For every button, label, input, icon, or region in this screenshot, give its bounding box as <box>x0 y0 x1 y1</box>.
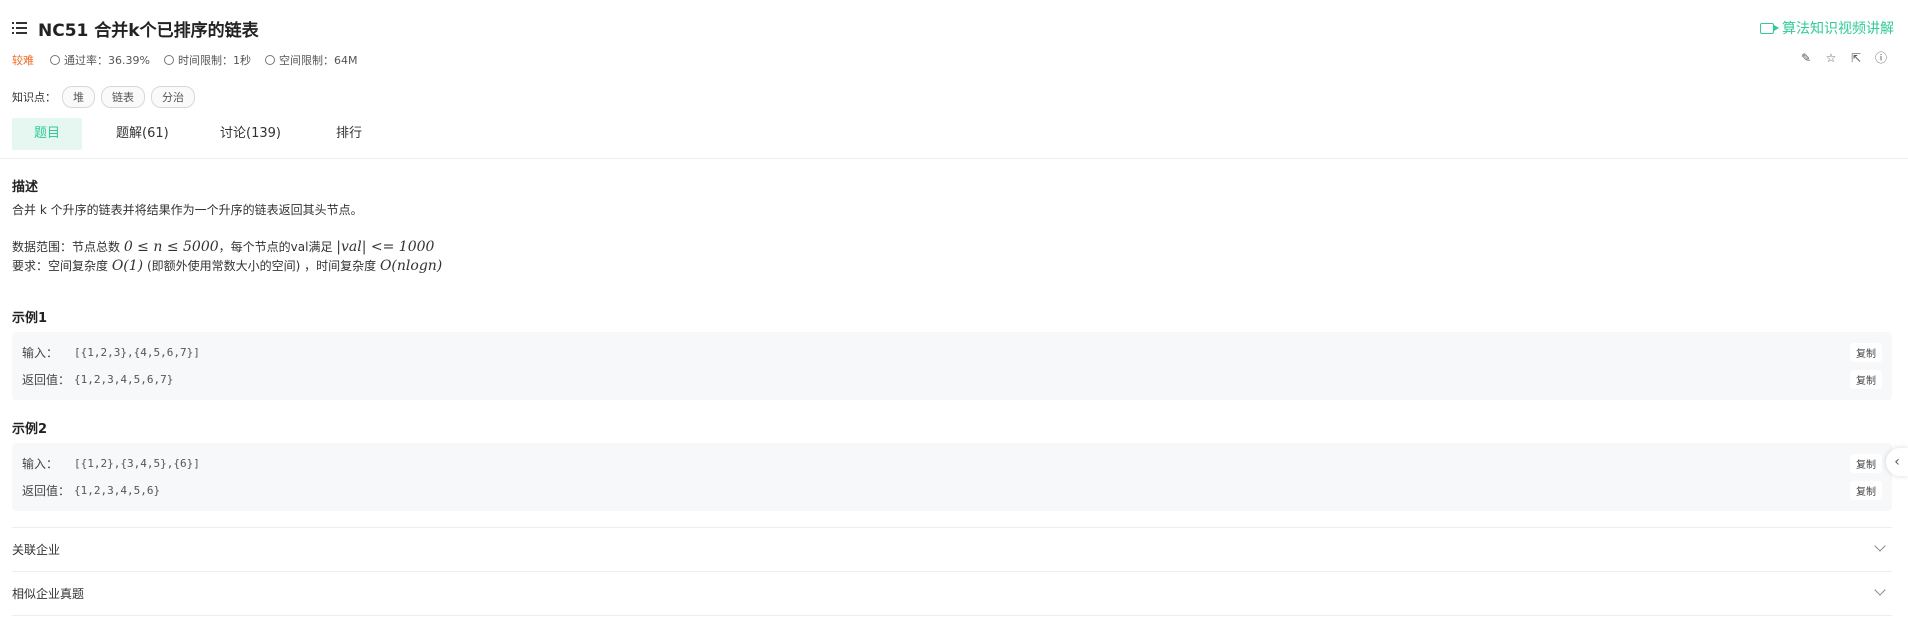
example-1-input: 输入： [{1,2,3},{4,5,6,7}] 复制 <box>22 343 1882 362</box>
description-text: 合并 k 个升序的链表并将结果作为一个升序的链表返回其头节点。 <box>12 203 363 217</box>
problem-header: NC51 合并k个已排序的链表 算法知识视频讲解 <box>12 16 1896 41</box>
pass-rate: 通过率：36.39% <box>50 52 150 68</box>
example-2-title: 示例2 <box>12 422 48 437</box>
knowledge-tags: 知识点： 堆 链表 分治 <box>12 86 201 108</box>
accordion-label: 关联企业 <box>12 543 61 557</box>
edit-icon[interactable]: ✎ <box>1799 51 1813 65</box>
tabs-divider <box>0 158 1908 159</box>
video-link-label: 算法知识视频讲解 <box>1782 21 1894 37</box>
copy-button[interactable]: 复制 <box>1850 481 1882 500</box>
chevron-down-icon <box>1874 540 1886 552</box>
example-1-title: 示例1 <box>12 311 48 326</box>
copy-button[interactable]: 复制 <box>1850 454 1882 473</box>
time-limit-text: 时间限制：1秒 <box>177 54 251 67</box>
tab-problem[interactable]: 题目 <box>12 118 82 150</box>
pass-rate-text: 通过率：36.39% <box>64 54 150 67</box>
space-limit-text: 空间限制：64M <box>278 54 358 67</box>
check-circle-icon <box>50 55 60 65</box>
problem-meta: 较难 通过率：36.39% 时间限制：1秒 空间限制：64M <box>12 52 371 68</box>
accordion-label: 相似企业真题 <box>12 587 85 601</box>
tag-divide-conquer[interactable]: 分治 <box>151 86 195 108</box>
accordion-related-companies[interactable]: 关联企业 <box>12 527 1892 571</box>
copy-button[interactable]: 复制 <box>1850 343 1882 362</box>
memory-icon <box>264 55 275 65</box>
info-icon[interactable]: ⓘ <box>1874 51 1888 65</box>
video-camera-icon <box>1760 22 1779 34</box>
description-title: 描述 <box>12 180 39 195</box>
tab-discussion[interactable]: 讨论(139) <box>220 118 324 150</box>
example-2-output: 返回值： {1,2,3,4,5,6} 复制 <box>22 481 1882 500</box>
complexity-requirement: 要求：空间复杂度 O(1) (即额外使用常数大小的空间) ，时间复杂度 O(nl… <box>12 258 443 274</box>
clock-icon <box>163 55 174 65</box>
copy-button[interactable]: 复制 <box>1850 370 1882 389</box>
space-limit: 空间限制：64M <box>264 52 358 68</box>
collapse-panel-button[interactable]: ‹ <box>1886 448 1908 476</box>
video-explanation-link[interactable]: 算法知识视频讲解 <box>1760 18 1894 38</box>
list-icon[interactable] <box>12 21 28 35</box>
star-icon[interactable]: ☆ <box>1824 51 1838 65</box>
bottom-divider <box>12 615 1892 616</box>
tab-ranking[interactable]: 排行 <box>324 118 428 150</box>
chevron-down-icon <box>1874 584 1886 596</box>
example-1-output: 返回值： {1,2,3,4,5,6,7} 复制 <box>22 370 1882 389</box>
tag-linked-list[interactable]: 链表 <box>101 86 145 108</box>
tab-solutions[interactable]: 题解(61) <box>116 118 220 150</box>
problem-actions: ✎ ☆ ⇱ ⓘ <box>1799 51 1888 65</box>
tags-label: 知识点： <box>12 91 56 104</box>
problem-title: NC51 合并k个已排序的链表 <box>38 20 259 41</box>
data-range: 数据范围：节点总数 0 ≤ n ≤ 5000，每个节点的val满足 |val| … <box>12 239 435 255</box>
time-limit: 时间限制：1秒 <box>163 52 251 68</box>
accordion-similar-questions[interactable]: 相似企业真题 <box>12 571 1892 615</box>
example-2-input: 输入： [{1,2},{3,4,5},{6}] 复制 <box>22 454 1882 473</box>
problem-tabs: 题目 题解(61) 讨论(139) 排行 <box>12 118 428 150</box>
tag-heap[interactable]: 堆 <box>62 86 95 108</box>
example-1-box: 输入： [{1,2,3},{4,5,6,7}] 复制 返回值： {1,2,3,4… <box>12 332 1892 400</box>
external-link-icon[interactable]: ⇱ <box>1849 51 1863 65</box>
difficulty-badge: 较难 <box>12 54 34 67</box>
example-2-box: 输入： [{1,2},{3,4,5},{6}] 复制 返回值： {1,2,3,4… <box>12 443 1892 511</box>
